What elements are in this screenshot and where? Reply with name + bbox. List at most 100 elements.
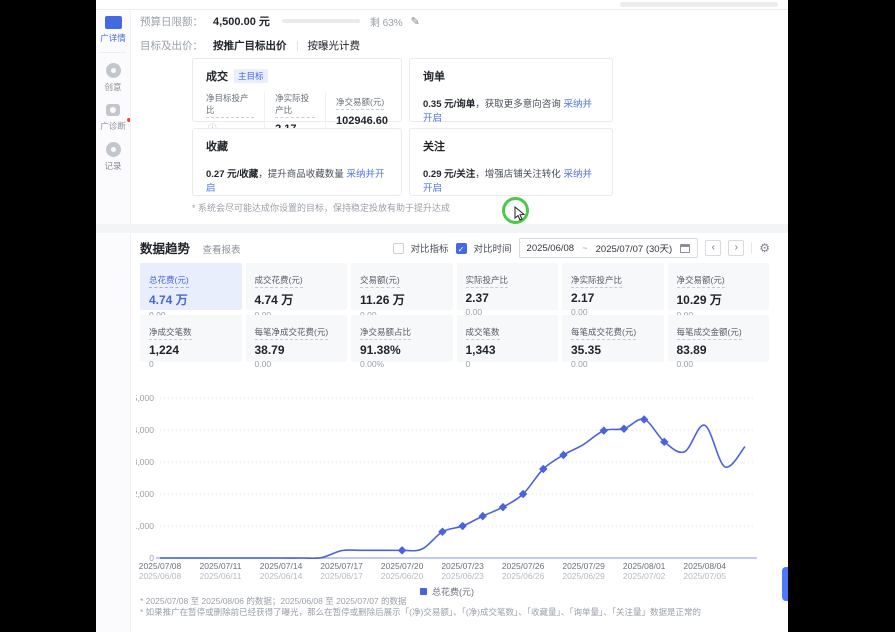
notification-dot [127,118,131,122]
x-tick-label-secondary: 2025/06/20 [381,571,424,581]
goal-title: 询单 [423,68,445,84]
metric-card-amount-per-order[interactable]: 每笔成交金额(元)83.890.00 [668,315,770,362]
trend-header: 数据趋势 查看报表 对比指标 ✓ 对比时间 2025/06/08 ~ 2025/… [140,238,770,258]
metric-card-roi[interactable]: 实际投产比2.370.00 [457,263,559,310]
goal-desc: 0.27 元/收藏，提升商品收藏数量 采纳并开启 [206,166,388,194]
mini-sidebar: 广详情 创意 广诊断 记录 [96,11,131,632]
trend-chart: 01,0002,0003,0004,0005,0002025/07/082025… [136,388,758,582]
x-tick-label-primary: 2025/07/26 [502,561,545,571]
data-point-marker [458,522,466,530]
trend-metrics-grid: 总花费(元)4.74 万0.00 成交花费(元)4.74 万0.00 交易额(元… [140,263,769,362]
compare-metric-label: 对比指标 [411,241,449,255]
goal-card-follow: 关注 0.29 元/关注，增强店铺关注转化 采纳并开启 [409,128,613,196]
budget-value: 4,500.00 元 [213,13,270,29]
y-tick-label: 4,000 [136,425,154,435]
metric-label: 净实际投产比 [275,92,315,118]
metric-card-net-gmv-ratio[interactable]: 净交易额占比91.38%0.00% [351,315,453,362]
sidebar-item-label: 广诊断 [96,120,130,132]
date-range-picker[interactable]: 2025/06/08 ~ 2025/07/07 (30天) [519,238,699,258]
legend-swatch [420,588,427,595]
sidebar-item-label: 记录 [96,160,130,172]
bidding-label: 目标及出价： [140,38,203,53]
y-tick-label: 3,000 [136,457,154,467]
data-point-marker [600,426,608,434]
metric-card-net-roi[interactable]: 净实际投产比2.170.00 [562,263,664,310]
budget-progress [282,19,360,23]
sidebar-item-label: 创意 [96,81,130,93]
creative-icon [106,63,121,78]
metric-card-cost-per-order[interactable]: 每笔成交花费(元)35.350.00 [562,315,664,362]
goal-desc: 0.29 元/关注，增强店铺关注转化 采纳并开启 [423,166,599,194]
metric-label: 净交易额(元) [336,96,384,110]
x-tick-label-secondary: 2025/07/05 [683,571,726,581]
metric-value: 102946.60 [336,115,388,127]
date-start: 2025/06/08 [527,243,575,254]
metric-card-net-orders[interactable]: 净成交笔数1,2240 [140,315,242,362]
x-tick-label-primary: 2025/07/11 [200,561,242,571]
prev-period-button[interactable]: ‹ [705,240,721,256]
goal-title: 关注 [423,138,445,154]
line-chart-svg: 01,0002,0003,0004,0005,0002025/07/082025… [136,388,758,582]
budget-remaining: 剩 63% [370,14,403,29]
x-tick-label-primary: 2025/07/08 [139,561,182,571]
x-tick-label-primary: 2025/07/17 [320,561,363,571]
x-tick-label-primary: 2025/07/14 [260,561,303,571]
data-point-marker [559,451,567,459]
x-tick-label-primary: 2025/07/29 [562,561,605,571]
sidebar-item-creative[interactable]: 创意 [96,63,130,93]
top-strip [96,0,788,10]
budget-label: 预算日限额： [140,14,203,29]
x-tick-label-secondary: 2025/06/29 [562,571,605,581]
metric-card-gmv[interactable]: 交易额(元)11.26 万0.00 [351,263,453,310]
x-tick-label-secondary: 2025/06/08 [139,571,182,581]
sidebar-item-records[interactable]: 记录 [96,142,130,172]
data-point-marker [499,503,507,511]
campaign-detail-icon [105,16,122,29]
bidding-row: 目标及出价： 按推广目标出价 按曝光计费 [140,38,360,53]
view-report-link[interactable]: 查看报表 [202,245,240,256]
compare-time-checkbox[interactable]: ✓ [456,243,467,254]
horizontal-scrollbar[interactable] [620,2,778,7]
date-end: 2025/07/07 (30天) [596,241,673,255]
x-tick-label-secondary: 2025/07/02 [623,571,666,581]
calendar-icon [680,244,690,253]
metric-card-cost-per-net-order[interactable]: 每笔净成交花费(元)38.790.00 [246,315,348,362]
next-period-button[interactable]: › [728,240,744,256]
mouse-cursor-icon [513,206,527,222]
section-divider [96,224,788,233]
x-tick-label-primary: 2025/08/04 [683,561,726,571]
chart-footnotes: * 2025/07/08 至 2025/08/06 的数据；2025/06/08… [140,596,768,618]
settings-icon[interactable]: ⚙ [759,241,770,255]
metric-label: 净目标投产比 [206,92,254,118]
data-point-marker [398,546,406,554]
sidebar-item-detail[interactable]: 广详情 [96,16,130,44]
x-tick-label-primary: 2025/07/23 [441,561,484,571]
metric-card-deal-cost[interactable]: 成交花费(元)4.74 万0.00 [246,263,348,310]
y-tick-label: 1,000 [136,521,154,531]
x-tick-label-secondary: 2025/06/17 [320,571,363,581]
date-separator: ~ [582,243,588,254]
controls-divider [751,242,752,254]
metric-card-total-cost[interactable]: 总花费(元)4.74 万0.00 [140,263,242,310]
metric-card-orders[interactable]: 成交笔数1,3430 [457,315,559,362]
trend-title: 数据趋势 [140,242,190,256]
goal-card-inquiry: 询单 0.35 元/询单，获取更多意向咨询 采纳并开启 [409,58,613,122]
x-tick-label-primary: 2025/07/20 [381,561,424,571]
budget-row: 预算日限额： 4,500.00 元 剩 63% ✎ [140,13,420,29]
tab-bid-by-impression[interactable]: 按曝光计费 [308,38,361,53]
side-drawer-handle[interactable] [782,567,788,601]
primary-goal-badge: 主目标 [234,69,268,83]
x-tick-label-secondary: 2025/06/26 [502,571,545,581]
tab-bid-by-goal[interactable]: 按推广目标出价 [213,38,287,53]
app-window: 广详情 创意 广诊断 记录 预算日限额： 4,500.00 元 剩 63% ✎ … [96,0,788,632]
y-tick-label: 2,000 [136,489,154,499]
sidebar-item-diagnosis[interactable]: 广诊断 [96,104,130,132]
compare-metric-checkbox[interactable] [393,243,404,254]
metric-card-net-gmv[interactable]: 净交易额(元)10.29 万0.00 [668,263,770,310]
goal-desc: 0.35 元/询单，获取更多意向咨询 采纳并开启 [423,96,599,124]
edit-budget-icon[interactable]: ✎ [411,15,420,28]
tab-divider [297,41,298,51]
goal-note: * 系统会尽可能达成你设置的目标，保持稳定投放有助于提升达成 [192,201,450,214]
sidebar-divider [100,52,126,53]
x-tick-label-secondary: 2025/06/23 [441,571,484,581]
